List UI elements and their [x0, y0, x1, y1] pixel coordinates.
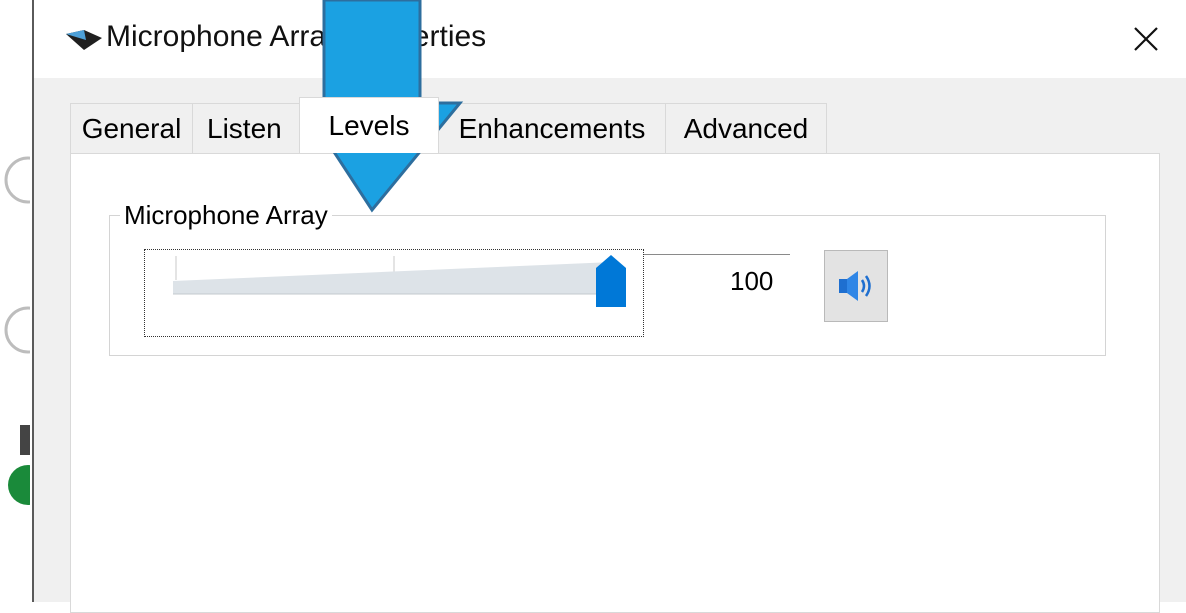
microphone-icon [66, 30, 102, 50]
desktop-icon-fragment [4, 306, 30, 354]
tab-levels[interactable]: Levels [299, 97, 439, 153]
close-button[interactable] [1106, 0, 1186, 78]
tab-general[interactable]: General [70, 103, 193, 153]
volume-slider[interactable] [144, 249, 644, 337]
close-icon [1134, 27, 1158, 51]
desktop-background [0, 0, 33, 602]
properties-dialog: Microphone Array Properties General List… [34, 0, 1186, 613]
tab-enhancements[interactable]: Enhancements [438, 103, 666, 153]
speaker-icon [839, 271, 871, 301]
volume-value: 100 [730, 266, 774, 296]
desktop-icon-fragment [4, 156, 30, 204]
mute-button[interactable] [824, 250, 888, 322]
tab-advanced[interactable]: Advanced [665, 103, 827, 153]
desktop-icon-fragment [8, 425, 30, 505]
microphone-array-group: Microphone Array 100 [109, 200, 1106, 356]
slider-separator [644, 254, 790, 255]
tab-listen[interactable]: Listen [192, 103, 300, 153]
levels-panel: Microphone Array 100 [70, 153, 1160, 613]
volume-slider-track[interactable] [145, 250, 645, 338]
title-bar[interactable]: Microphone Array Properties [34, 0, 1186, 78]
